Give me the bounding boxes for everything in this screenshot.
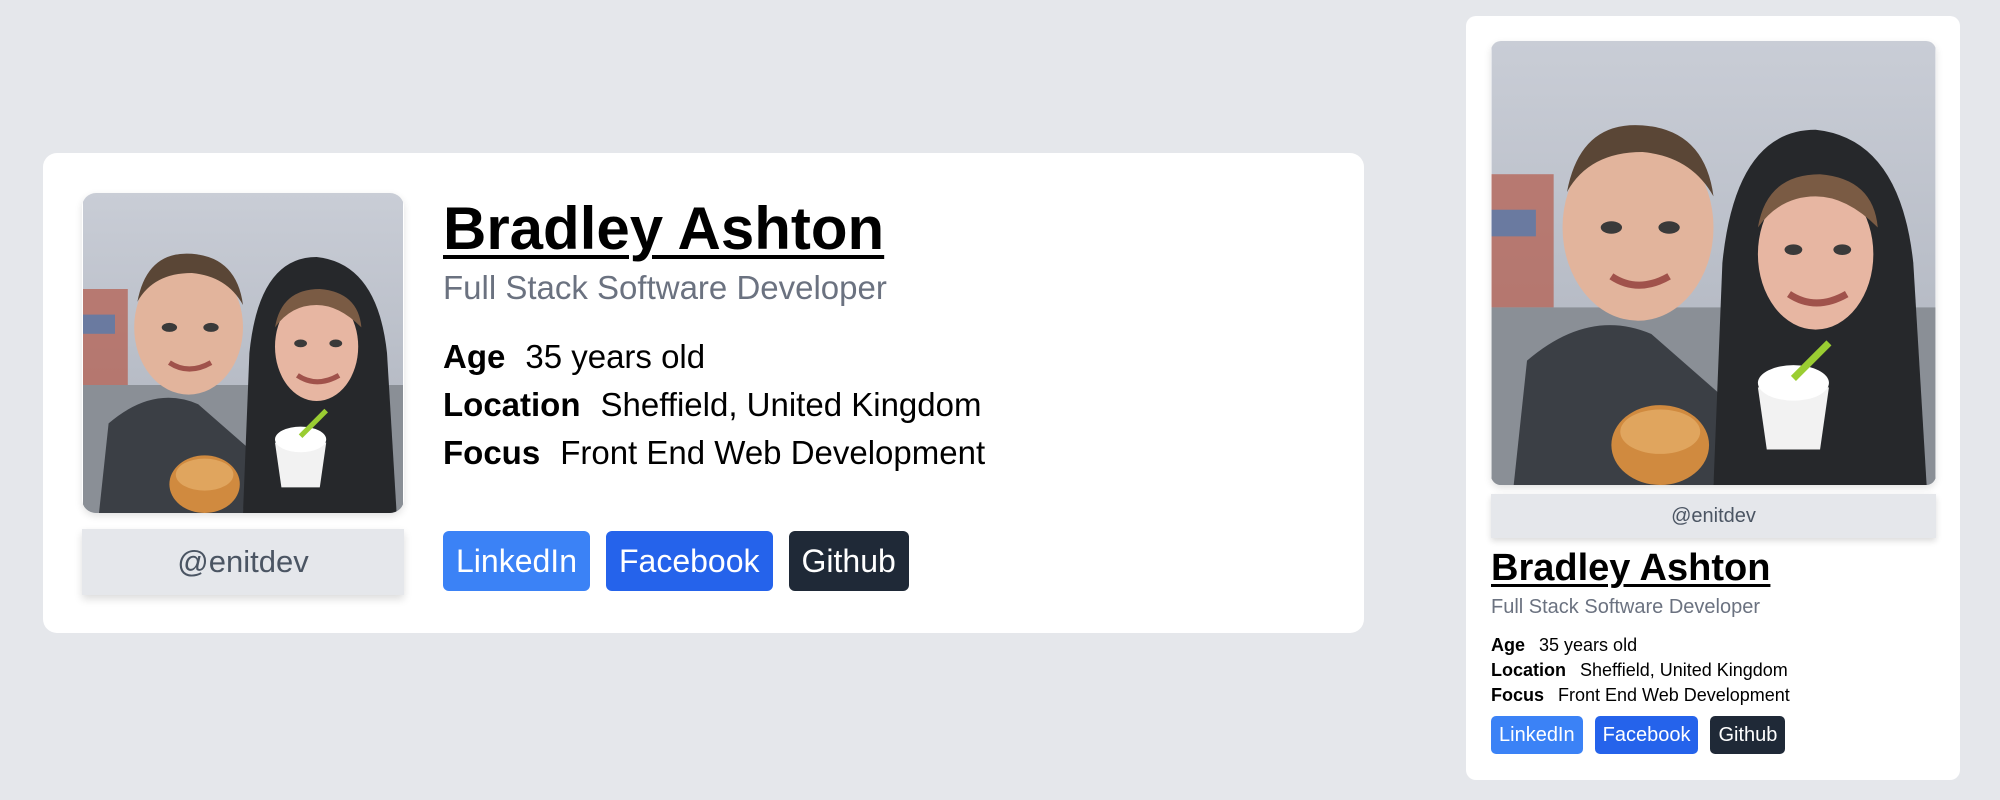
- profile-details: Age 35 years old Location Sheffield, Unite…: [443, 333, 1323, 477]
- linkedin-button[interactable]: LinkedIn: [443, 531, 590, 591]
- profile-photo: [1491, 41, 1936, 485]
- detail-label: Location: [443, 386, 581, 423]
- facebook-button[interactable]: Facebook: [1594, 716, 1699, 754]
- profile-photo-image: [82, 193, 404, 513]
- detail-value: Front End Web Development: [560, 434, 986, 471]
- profile-title: Full Stack Software Developer: [1491, 595, 1761, 618]
- profile-name-link[interactable]: Bradley Ashton: [443, 193, 884, 265]
- detail-row-location: Location Sheffield, United Kingdom: [443, 381, 1323, 429]
- profile-card-narrow: @enitdev Bradley Ashton Full Stack Softw…: [1466, 16, 1960, 780]
- profile-photo-image: [1491, 41, 1936, 485]
- profile-handle: @enitdev: [1491, 494, 1936, 538]
- social-links: LinkedIn Facebook Github: [443, 531, 909, 591]
- github-button[interactable]: Github: [1710, 716, 1786, 754]
- detail-value: Front End Web Development: [1558, 684, 1790, 705]
- detail-value: 35 years old: [1539, 634, 1638, 655]
- detail-value: Sheffield, United Kingdom: [600, 386, 982, 423]
- detail-row-age: Age 35 years old: [443, 333, 1323, 381]
- profile-title: Full Stack Software Developer: [443, 269, 887, 306]
- detail-row-location: Location Sheffield, United Kingdom: [1491, 658, 1936, 683]
- detail-label: Age: [1491, 634, 1526, 655]
- detail-value: 35 years old: [525, 338, 706, 375]
- linkedin-button[interactable]: LinkedIn: [1491, 716, 1583, 754]
- profile-card-wide: @enitdev Bradley Ashton Full Stack Softw…: [43, 153, 1364, 633]
- detail-row-focus: Focus Front End Web Development: [1491, 683, 1936, 708]
- profile-name-link[interactable]: Bradley Ashton: [1491, 546, 1770, 592]
- detail-row-focus: Focus Front End Web Development: [443, 429, 1323, 477]
- facebook-button[interactable]: Facebook: [605, 531, 773, 591]
- profile-photo: [82, 193, 404, 513]
- detail-value: Sheffield, United Kingdom: [1580, 659, 1788, 680]
- detail-label: Focus: [1491, 684, 1545, 705]
- detail-row-age: Age 35 years old: [1491, 633, 1936, 658]
- detail-label: Age: [443, 338, 506, 375]
- detail-label: Focus: [443, 434, 541, 471]
- github-button[interactable]: Github: [788, 531, 909, 591]
- profile-handle: @enitdev: [82, 529, 404, 595]
- profile-details: Age 35 years old Location Sheffield, Unite…: [1491, 633, 1936, 708]
- detail-label: Location: [1491, 659, 1566, 680]
- social-links: LinkedIn Facebook Github: [1491, 716, 1786, 754]
